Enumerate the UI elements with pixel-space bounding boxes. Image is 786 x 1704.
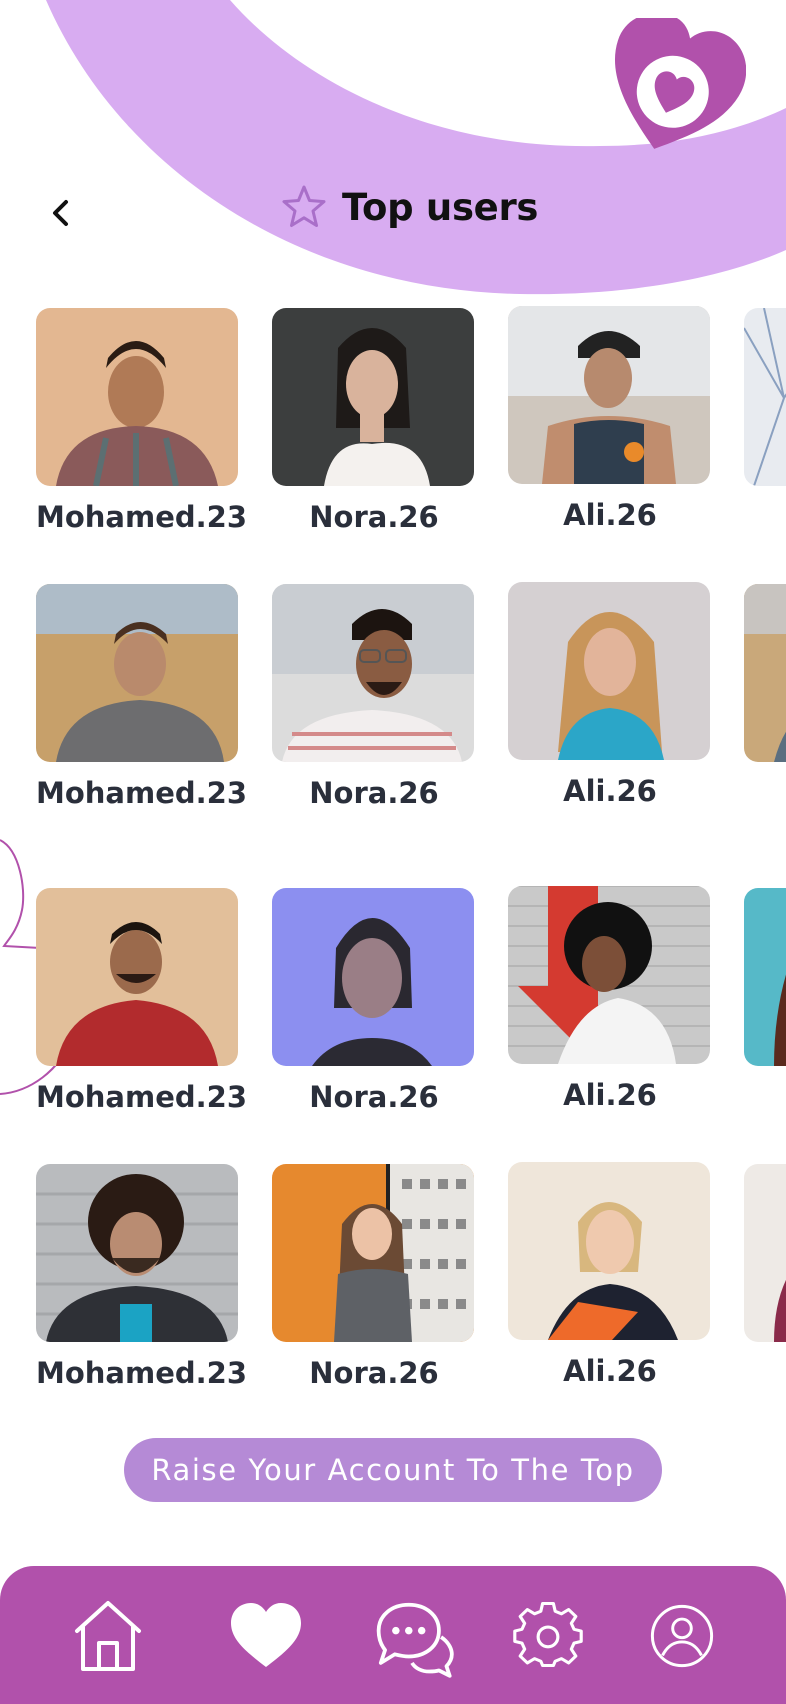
user-card[interactable]: Mohamed.23 (36, 888, 248, 1114)
user-name: Nora.26 (309, 500, 439, 534)
user-card-partial[interactable] (744, 584, 786, 762)
user-photo[interactable] (36, 308, 238, 486)
user-name: Mohamed.23 (36, 776, 248, 810)
user-photo[interactable] (508, 1162, 710, 1340)
user-photo[interactable] (272, 888, 474, 1066)
user-card[interactable]: Ali.26 (508, 886, 712, 1112)
user-photo[interactable] (36, 888, 238, 1066)
user-card-partial[interactable] (744, 308, 786, 486)
heart-icon (231, 1603, 301, 1667)
nav-profile[interactable] (640, 1594, 724, 1678)
user-card[interactable]: Mohamed.23 (36, 584, 248, 810)
bottom-navigation (0, 1566, 786, 1704)
user-card-partial[interactable] (744, 1164, 786, 1342)
user-card[interactable]: Mohamed.23 (36, 1164, 248, 1390)
user-photo[interactable] (272, 584, 474, 762)
user-card-partial[interactable] (744, 888, 786, 1066)
user-card[interactable]: Ali.26 (508, 582, 712, 808)
user-name: Nora.26 (309, 1356, 439, 1390)
user-name: Ali.26 (563, 498, 657, 532)
user-name: Mohamed.23 (36, 1356, 248, 1390)
user-card[interactable]: Nora.26 (272, 1164, 476, 1390)
user-name: Nora.26 (309, 1080, 439, 1114)
user-name: Ali.26 (563, 1354, 657, 1388)
user-name: Mohamed.23 (36, 500, 248, 534)
top-users-grid: Mohamed.23 Nora.26 Ali.26 Mohamed.23 Nor… (0, 0, 786, 1450)
settings-icon (513, 1601, 583, 1668)
user-photo[interactable] (508, 306, 710, 484)
nav-favorites[interactable] (224, 1594, 308, 1678)
profile-icon (650, 1604, 714, 1668)
user-name: Ali.26 (563, 774, 657, 808)
user-photo[interactable] (36, 1164, 238, 1342)
nav-settings[interactable] (506, 1594, 590, 1678)
user-photo[interactable] (272, 308, 474, 486)
user-name: Ali.26 (563, 1078, 657, 1112)
nav-home[interactable] (66, 1594, 150, 1678)
user-card[interactable]: Ali.26 (508, 1162, 712, 1388)
user-name: Nora.26 (309, 776, 439, 810)
user-card[interactable]: Nora.26 (272, 584, 476, 810)
raise-account-button[interactable]: Raise Your Account To The Top (124, 1438, 662, 1502)
user-card[interactable]: Ali.26 (508, 306, 712, 532)
user-photo[interactable] (272, 1164, 474, 1342)
user-card[interactable]: Nora.26 (272, 888, 476, 1114)
user-card[interactable]: Nora.26 (272, 308, 476, 534)
user-photo[interactable] (36, 584, 238, 762)
user-photo[interactable] (508, 886, 710, 1064)
chat-icon (376, 1602, 454, 1678)
user-card[interactable]: Mohamed.23 (36, 308, 248, 534)
nav-messages[interactable] (370, 1594, 454, 1678)
home-icon (75, 1601, 141, 1671)
user-photo[interactable] (508, 582, 710, 760)
user-name: Mohamed.23 (36, 1080, 248, 1114)
